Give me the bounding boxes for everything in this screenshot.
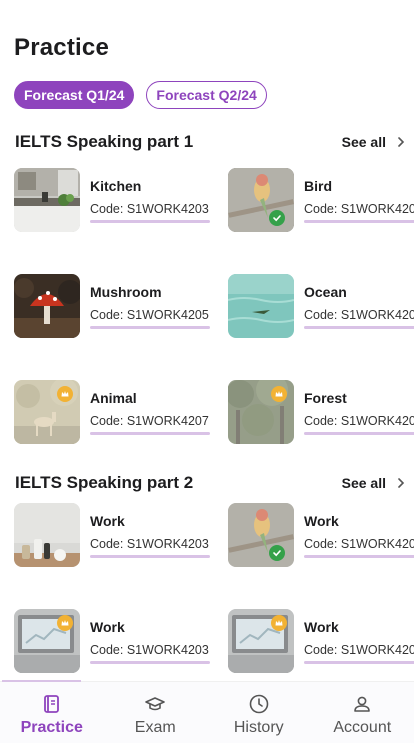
progress-bar: [304, 326, 414, 329]
see-all-label: See all: [341, 475, 386, 491]
progress-bar: [90, 555, 210, 558]
topic-card[interactable]: Ocean Code: S1WORK4203: [228, 274, 414, 338]
completed-check-icon: [269, 545, 285, 561]
tab-exam[interactable]: Exam: [104, 682, 208, 743]
progress-bar: [90, 432, 210, 435]
chevron-right-icon: [398, 137, 405, 147]
card-code: Code: S1WORK4203: [304, 308, 414, 322]
section-title: IELTS Speaking part 1: [15, 132, 194, 151]
progress-bar: [304, 220, 414, 223]
topic-card[interactable]: Bird Code: S1WORK4203: [228, 168, 414, 232]
card-title: Ocean: [304, 284, 347, 300]
thumbnail-kitchen: [14, 168, 80, 232]
card-code: Code: S1WORK4203: [304, 202, 414, 216]
thumbnail-animal: [14, 380, 80, 444]
section-header-part1: IELTS Speaking part 1 See all: [15, 131, 406, 153]
tab-practice[interactable]: Practice: [0, 680, 104, 743]
thumbnail-work-laptop: [228, 609, 294, 673]
card-code: Code: S1WORK4203: [304, 414, 414, 428]
topic-card[interactable]: Work Code: S1WORK4203: [14, 503, 214, 567]
topic-card[interactable]: Animal Code: S1WORK4207: [14, 380, 214, 444]
tab-label: Account: [333, 719, 392, 736]
see-all-button[interactable]: See all: [342, 475, 406, 491]
page-title: Practice: [14, 34, 109, 61]
chevron-right-icon: [398, 478, 405, 488]
practice-book-icon: [43, 695, 59, 713]
progress-bar: [90, 661, 210, 664]
progress-bar: [90, 220, 210, 223]
card-title: Work: [90, 513, 125, 529]
card-title: Bird: [304, 178, 332, 194]
forecast-tabs: Forecast Q1/24 Forecast Q2/24: [14, 81, 267, 109]
completed-check-icon: [269, 210, 285, 226]
tab-label: Practice: [20, 719, 83, 736]
card-title: Work: [304, 513, 339, 529]
card-title: Work: [90, 619, 125, 635]
thumbnail-work-bird: [228, 503, 294, 567]
tab-account[interactable]: Account: [311, 682, 414, 743]
topic-card[interactable]: Work Code: S1WORK4203: [14, 609, 214, 673]
card-code: Code: S1WORK4203: [90, 202, 209, 216]
thumbnail-mushroom: [14, 274, 80, 338]
card-code: Code: S1WORK4203: [304, 537, 414, 551]
card-code: Code: S1WORK4203: [304, 643, 414, 657]
topic-card[interactable]: Kitchen Code: S1WORK4203: [14, 168, 214, 232]
card-title: Animal: [90, 390, 137, 406]
tab-history[interactable]: History: [207, 682, 311, 743]
topic-card[interactable]: Mushroom Code: S1WORK4205: [14, 274, 214, 338]
card-title: Mushroom: [90, 284, 162, 300]
card-title: Kitchen: [90, 178, 142, 194]
thumbnail-work-laptop: [14, 609, 80, 673]
thumbnail-bird: [228, 168, 294, 232]
section-title: IELTS Speaking part 2: [15, 473, 194, 492]
progress-bar: [304, 555, 414, 558]
tab-forecast-q2[interactable]: Forecast Q2/24: [146, 81, 267, 109]
tab-label: Exam: [134, 719, 176, 736]
topic-card[interactable]: Work Code: S1WORK4203: [228, 609, 414, 673]
tab-label: History: [233, 719, 284, 736]
bottom-tab-bar: Practice Exam History Account: [0, 680, 414, 743]
tab-forecast-q1[interactable]: Forecast Q1/24: [14, 81, 135, 109]
topic-card[interactable]: Work Code: S1WORK4203: [228, 503, 414, 567]
see-all-label: See all: [341, 134, 386, 150]
thumbnail-work-bottles: [14, 503, 80, 567]
progress-bar: [90, 326, 210, 329]
thumbnail-ocean: [228, 274, 294, 338]
premium-crown-icon: [57, 615, 73, 631]
card-code: Code: S1WORK4203: [90, 537, 209, 551]
clock-icon: [249, 694, 269, 714]
see-all-button[interactable]: See all: [342, 134, 406, 150]
card-title: Work: [304, 619, 339, 635]
graduation-cap-icon: [145, 697, 166, 711]
user-icon: [354, 696, 371, 712]
card-code: Code: S1WORK4207: [90, 414, 209, 428]
card-code: Code: S1WORK4205: [90, 308, 209, 322]
progress-bar: [304, 661, 414, 664]
premium-crown-icon: [57, 386, 73, 402]
premium-crown-icon: [271, 615, 287, 631]
premium-crown-icon: [271, 386, 287, 402]
topic-card[interactable]: Forest Code: S1WORK4203: [228, 380, 414, 444]
card-title: Forest: [304, 390, 347, 406]
thumbnail-forest: [228, 380, 294, 444]
section-header-part2: IELTS Speaking part 2 See all: [15, 472, 406, 494]
progress-bar: [304, 432, 414, 435]
card-code: Code: S1WORK4203: [90, 643, 209, 657]
